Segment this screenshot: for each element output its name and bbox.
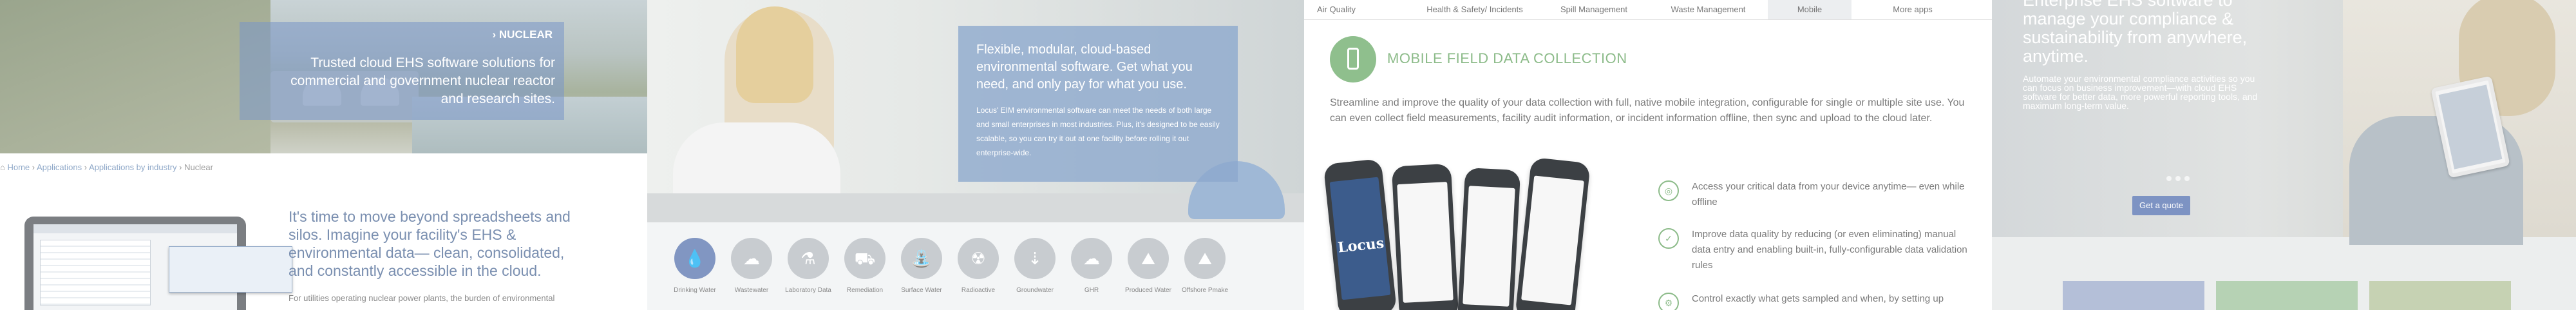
feature-text: Access your critical data from your devi… xyxy=(1692,181,1965,208)
industry-icon-label: Remediation xyxy=(846,287,884,294)
tab-waste-management[interactable]: Waste Management xyxy=(1655,0,1761,19)
tab-air-quality[interactable]: Air Quality xyxy=(1304,0,1368,19)
body-text: For utilities operating nuclear power pl… xyxy=(289,293,555,303)
hero-overlay: › NUCLEAR Trusted cloud EHS software sol… xyxy=(240,22,564,120)
feature-tile[interactable] xyxy=(2063,281,2204,310)
mobile-phone-icon xyxy=(1330,36,1376,82)
wastewater-icon: ☁ xyxy=(731,238,772,279)
app-tab-bar: Air Quality Health & Safety/ Incidents Spi… xyxy=(1304,0,1992,20)
industry-icon-item[interactable]: ☢ Radioactive xyxy=(950,238,1007,294)
tablet-hero-image: Enterprise EHS software to manage your c… xyxy=(1992,0,2576,245)
surface-water-icon: ⛲ xyxy=(901,238,942,279)
feature-tile[interactable] xyxy=(2369,281,2511,310)
phone-mockup: Locus xyxy=(1323,158,1397,310)
breadcrumb-applications-link[interactable]: Applications xyxy=(37,162,82,172)
phone-mockup xyxy=(1391,163,1459,310)
groundwater-icon: ⇣ xyxy=(1014,238,1056,279)
hero-tag: › NUCLEAR xyxy=(492,28,553,41)
tab-health-safety-incidents[interactable]: Health & Safety/ Incidents xyxy=(1414,0,1536,19)
industry-icon-item[interactable]: ⛰ Produced Water xyxy=(1120,238,1177,294)
overlay-subtext: Locus' EIM environmental software can me… xyxy=(976,106,1220,157)
control-icon: ⚙ xyxy=(1658,293,1679,310)
tab-spill-management[interactable]: Spill Management xyxy=(1542,0,1645,19)
feature-item: ⚙ Control exactly what gets sampled and w… xyxy=(1658,291,1967,310)
hero-text: Trusted cloud EHS software solutions for… xyxy=(290,55,555,106)
target-icon: ◎ xyxy=(1658,180,1679,201)
industry-icon-item[interactable]: ⛲ Surface Water xyxy=(893,238,950,294)
get-a-quote-button[interactable]: Get a quote xyxy=(2132,196,2190,215)
modular-software-panel: Flexible, modular, cloud-based environme… xyxy=(647,0,1304,310)
industry-icon-item[interactable]: ⚗ Laboratory Data xyxy=(780,238,837,294)
hero-title: Enterprise EHS software to manage your c… xyxy=(2023,0,2248,66)
breadcrumb-industry-link[interactable]: Applications by industry xyxy=(89,162,177,172)
feature-tile[interactable] xyxy=(2216,281,2358,310)
radiation-icon: ☢ xyxy=(958,238,999,279)
hero-overlay: Flexible, modular, cloud-based environme… xyxy=(958,26,1238,182)
industry-icon-item[interactable]: 💧 Drinking Water xyxy=(667,238,723,294)
industry-icon-label: Surface Water xyxy=(901,287,942,294)
phone-mockup xyxy=(1457,167,1521,310)
check-icon: ✓ xyxy=(1658,228,1679,249)
mobile-app-panel: Air Quality Health & Safety/ Incidents Spi… xyxy=(1304,0,1992,310)
nuclear-page-panel: › NUCLEAR Trusted cloud EHS software sol… xyxy=(0,0,647,310)
feature-item: ◎ Access your critical data from your dev… xyxy=(1658,179,1967,210)
enterprise-ehs-panel: Enterprise EHS software to manage your c… xyxy=(1992,0,2576,310)
carousel-dots[interactable] xyxy=(2164,173,2192,184)
section-title: MOBILE FIELD DATA COLLECTION xyxy=(1387,50,1627,66)
industry-icon-item[interactable]: ⛟ Remediation xyxy=(837,238,893,294)
industry-icon-label: Laboratory Data xyxy=(785,287,831,294)
breadcrumb: ⌂ Home › Applications › Applications by … xyxy=(0,162,213,172)
industry-icon-label: GHR xyxy=(1084,287,1099,294)
industry-icon-item[interactable]: ☁ GHR xyxy=(1063,238,1120,294)
industry-icon-label: Produced Water xyxy=(1125,287,1171,294)
feature-text: Improve data quality by reducing (or eve… xyxy=(1692,229,1967,271)
industry-icon-item[interactable]: ⛰ Offshore Pmake xyxy=(1177,238,1233,294)
office-hero-image: Flexible, modular, cloud-based environme… xyxy=(647,0,1304,222)
feature-text: Control exactly what gets sampled and wh… xyxy=(1692,293,1944,304)
home-icon: ⌂ xyxy=(0,162,5,172)
intro-text: It's time to move beyond spreadsheets an… xyxy=(289,208,571,279)
offshore-icon: ⛰ xyxy=(1184,238,1226,279)
industry-icon-label: Offshore Pmake xyxy=(1181,287,1229,294)
ghg-icon: ☁ xyxy=(1071,238,1112,279)
droplet-icon: 💧 xyxy=(674,238,715,279)
truck-icon: ⛟ xyxy=(844,238,886,279)
feature-item: ✓ Improve data quality by reducing (or ev… xyxy=(1658,227,1967,273)
section-body: Streamline and improve the quality of yo… xyxy=(1330,97,1965,124)
tab-mobile[interactable]: Mobile xyxy=(1768,0,1852,19)
phone-mockup xyxy=(1515,157,1591,310)
produced-water-icon: ⛰ xyxy=(1128,238,1169,279)
industry-icon-label: Drinking Water xyxy=(674,287,716,294)
phone-logo: Locus xyxy=(1337,235,1385,257)
laptop-screenshot xyxy=(24,217,292,310)
industry-icon-item[interactable]: ⇣ Groundwater xyxy=(1007,238,1063,294)
industry-icon-item[interactable]: ☁ Wastewater xyxy=(723,238,780,294)
industry-icon-label: Radioactive xyxy=(961,287,996,294)
breadcrumb-current: Nuclear xyxy=(184,162,213,172)
tab-more-apps[interactable]: More apps xyxy=(1871,0,1955,19)
nuclear-hero-image: › NUCLEAR Trusted cloud EHS software sol… xyxy=(0,0,647,153)
industry-icon-row: 💧 Drinking Water ☁ Wastewater ⚗ Laboratory Da… xyxy=(647,222,1304,310)
flask-icon: ⚗ xyxy=(788,238,829,279)
industry-icon-label: Groundwater xyxy=(1016,287,1054,294)
overlay-title: Flexible, modular, cloud-based environme… xyxy=(976,43,1193,92)
breadcrumb-home-link[interactable]: Home xyxy=(7,162,30,172)
industry-icon-label: Wastewater xyxy=(734,287,769,294)
hero-body: Automate your environmental compliance a… xyxy=(2023,73,2258,111)
